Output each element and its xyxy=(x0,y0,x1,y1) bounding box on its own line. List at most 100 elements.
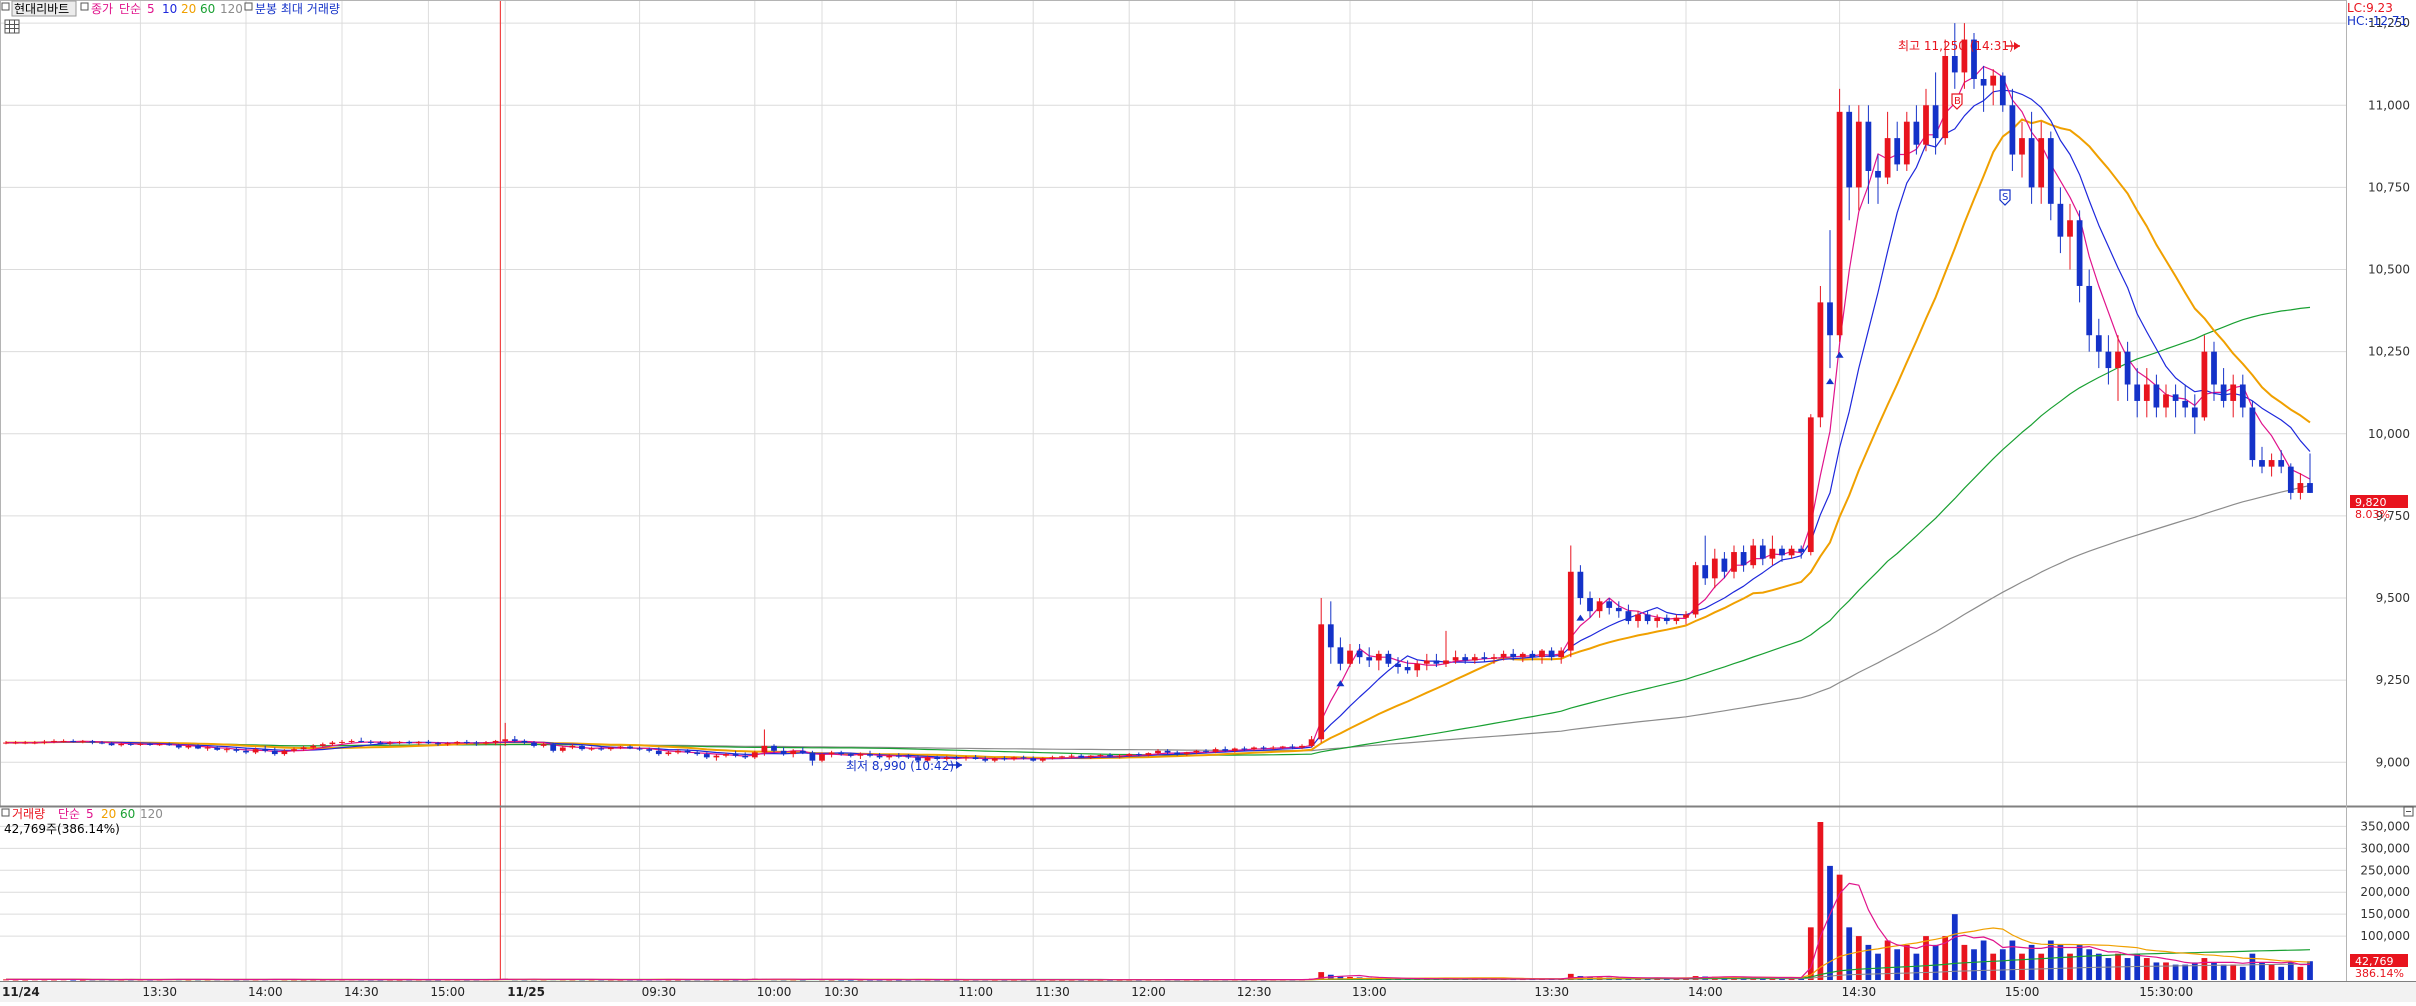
candle-body xyxy=(175,745,182,748)
candle-body xyxy=(2278,460,2285,467)
legend-box-icon xyxy=(80,2,89,11)
candle-body xyxy=(1510,653,1517,658)
candle-body xyxy=(665,752,672,755)
volume-bar xyxy=(2268,964,2275,980)
candle-body xyxy=(1231,748,1238,751)
candle-body xyxy=(1539,650,1545,658)
candle-body xyxy=(492,740,499,743)
candle-body xyxy=(1385,653,1392,664)
candle-body xyxy=(1999,75,2006,106)
candle-body xyxy=(1548,650,1555,658)
volume-bar xyxy=(1855,936,1862,980)
table-toggle-icon[interactable] xyxy=(4,19,20,34)
candle-body xyxy=(694,752,701,755)
candle-body xyxy=(1404,667,1411,671)
candle-body xyxy=(89,741,96,743)
time-tick-label: 15:00 xyxy=(430,985,465,999)
candle-body xyxy=(963,757,969,759)
candle-body xyxy=(1798,548,1805,553)
candle-body xyxy=(655,750,662,755)
candle-body xyxy=(1577,571,1584,599)
price-tick-label: 11,000 xyxy=(2368,98,2410,112)
candle-body xyxy=(617,746,624,748)
candle-body xyxy=(1279,746,1286,748)
candle-body xyxy=(1990,75,1997,86)
candle-body xyxy=(828,752,835,755)
candle-body xyxy=(271,750,278,755)
candle-body xyxy=(1135,754,1142,756)
candle-body xyxy=(1145,753,1152,756)
candle-body xyxy=(1251,747,1257,750)
candle-body xyxy=(99,742,105,744)
candle-body xyxy=(1942,55,1949,139)
candle-body xyxy=(1347,650,1353,664)
candle-body xyxy=(2153,384,2160,408)
legend-close-label: 종가 xyxy=(91,2,113,16)
candle-body xyxy=(1030,758,1037,761)
time-tick-label: 13:00 xyxy=(1352,985,1387,999)
candle-body xyxy=(1932,105,1939,139)
chart-canvas[interactable]: 9,0009,2509,5009,75010,00010,25010,50010… xyxy=(0,0,2416,1002)
candle-body xyxy=(2239,384,2246,408)
candle-body xyxy=(905,756,912,758)
candle-body xyxy=(185,745,192,748)
candle-body xyxy=(847,754,854,756)
candle-body xyxy=(1683,614,1689,618)
candle-body xyxy=(1731,552,1737,572)
candle-body xyxy=(1529,653,1536,658)
candle-body xyxy=(895,755,902,757)
candle-body xyxy=(1980,78,1987,86)
candle-body xyxy=(1452,657,1459,661)
candle-body xyxy=(1673,617,1680,622)
time-tick-label: 14:30 xyxy=(1842,985,1877,999)
stock-minute-chart[interactable]: 9,000 9,250 9,500 9,750 10,000 10,250 10,500 10… xyxy=(0,0,2416,1002)
candle-body xyxy=(732,754,739,756)
candle-body xyxy=(233,749,240,751)
candle-body xyxy=(1615,607,1622,612)
candle-body xyxy=(262,749,269,751)
time-tick-label: 10:00 xyxy=(757,985,792,999)
candle-body xyxy=(2076,220,2083,286)
candle-body xyxy=(1366,657,1373,661)
candle-body xyxy=(1663,617,1670,622)
legend-box-icon xyxy=(244,2,253,11)
candle-body xyxy=(742,755,749,758)
candle-body xyxy=(1759,545,1766,559)
legend-ma10: 10 xyxy=(162,2,177,16)
candle-body xyxy=(204,747,211,749)
candle-body xyxy=(1107,755,1113,757)
candle-body xyxy=(156,744,163,746)
lc-indicator: LC:9.23 xyxy=(2347,1,2393,15)
candle-body xyxy=(627,746,633,749)
candle-body xyxy=(1001,758,1008,760)
candle-body xyxy=(1318,624,1325,740)
candle-body xyxy=(2297,483,2304,493)
volume-bar xyxy=(1999,949,2006,980)
candle-body xyxy=(771,745,777,751)
legend-box-icon xyxy=(1,2,10,11)
legend-max-volume: 분봉 최대 거래량 xyxy=(255,2,340,16)
current-change: 8.03% xyxy=(2355,508,2390,521)
candle-body xyxy=(1078,755,1085,758)
candle-body xyxy=(838,752,845,755)
candle-body xyxy=(281,750,288,755)
candle-body xyxy=(607,747,614,750)
candle-body xyxy=(1116,755,1123,757)
candle-body xyxy=(1836,111,1843,336)
candle-body xyxy=(1567,571,1574,651)
candle-body xyxy=(358,740,365,742)
legend-ma60: 60 xyxy=(200,2,215,16)
legend-ma5: 5 xyxy=(147,2,155,16)
candle-body xyxy=(2249,407,2256,461)
candle-body xyxy=(1788,548,1795,556)
candle-body xyxy=(1750,545,1757,566)
stock-name[interactable]: 현대리바트 xyxy=(14,2,69,16)
volume-bar xyxy=(2287,962,2294,980)
candle-body xyxy=(22,742,29,744)
volume-bar xyxy=(1971,949,1977,980)
candle-body xyxy=(291,749,297,751)
volume-bar xyxy=(1990,953,1997,980)
volume-bar xyxy=(1932,944,1939,980)
candle-body xyxy=(2230,384,2237,401)
candle-body xyxy=(2028,138,2035,188)
